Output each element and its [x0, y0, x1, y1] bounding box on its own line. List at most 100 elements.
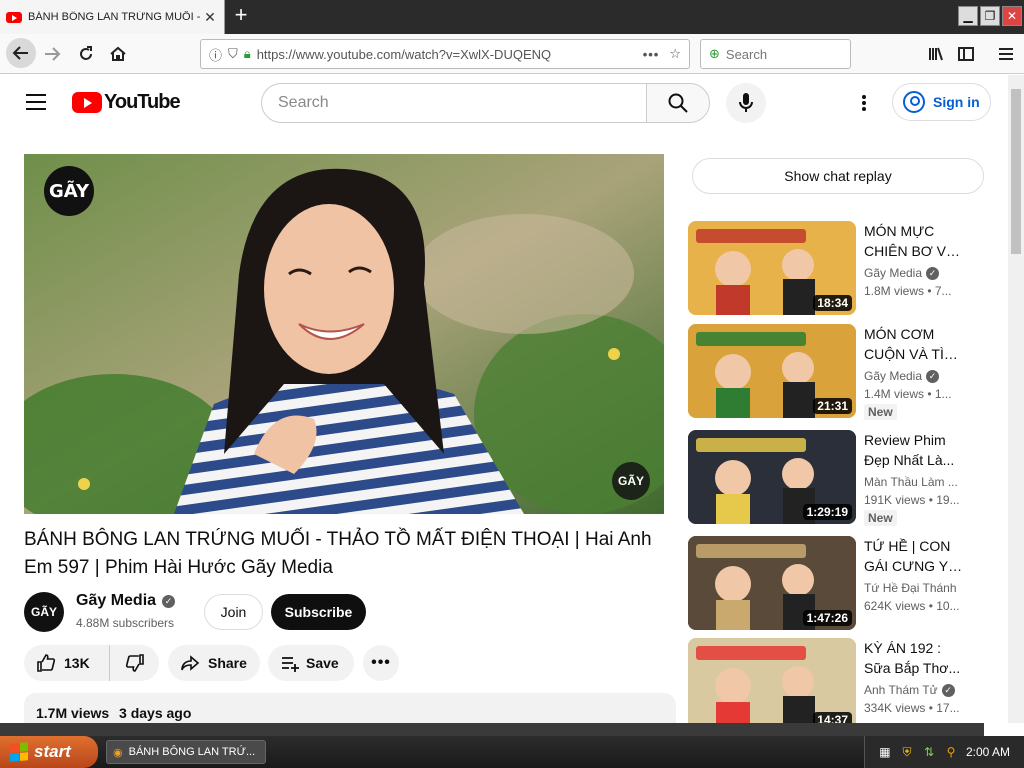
recommendation-channel[interactable]: Gãy Media ✓ [864, 369, 940, 383]
reload-button[interactable] [74, 42, 98, 66]
recommendation-channel-name: Anh Thám Tử [864, 683, 938, 697]
youtube-search-input[interactable]: Search [261, 83, 647, 123]
firefox-task-icon: ◉ [113, 746, 123, 759]
start-button[interactable]: start [0, 736, 98, 768]
recommendation-channel-name: Màn Thầu Làm ... [864, 475, 958, 489]
keyboard-icon[interactable]: ▦ [878, 745, 892, 759]
forward-button[interactable] [40, 42, 64, 66]
guide-menu-icon[interactable] [26, 94, 46, 110]
more-actions-button[interactable]: ••• [363, 645, 399, 681]
address-bar[interactable]: ⓘ ⛉ 🔒︎ https://www.youtube.com/watch?v=X… [200, 39, 690, 69]
recommendation-thumbnail[interactable]: 21:31 [688, 324, 856, 418]
youtube-wordmark: YouTube [104, 91, 181, 113]
recommendation-thumbnail[interactable]: 1:29:19 [688, 430, 856, 524]
youtube-masthead: YouTube Search Sign in [0, 75, 1008, 131]
taskbar-window-button[interactable]: ◉ BÁNH BÔNG LAN TRỨ... [106, 740, 266, 764]
window-close-button[interactable]: ✕ [1002, 6, 1022, 26]
like-button[interactable]: 13K [24, 645, 110, 681]
share-label: Share [208, 655, 247, 671]
sidebar-toggle-icon[interactable] [954, 42, 978, 66]
network-icon[interactable]: ⇅ [922, 745, 936, 759]
recommendation-title[interactable]: MÓN CƠM CUỘN VÀ TÌN... [864, 324, 964, 364]
horizontal-scrollbar[interactable] [0, 723, 984, 736]
recommendation-item[interactable]: 14:37 KỲ ÁN 192 : Sữa Bắp Thơ... Anh Thám T… [688, 638, 988, 723]
channel-name[interactable]: Gãy Media [76, 592, 156, 610]
sign-in-label: Sign in [933, 94, 980, 110]
browser-tab-active[interactable]: BÁNH BÔNG LAN TRỨNG MUỐI - T ✕ [0, 0, 225, 34]
recommendation-title-line: Đẹp Nhất Là... [864, 452, 955, 468]
recommendation-item[interactable]: 1:29:19 Review Phim Đẹp Nhất Là... Màn Thầu… [688, 430, 988, 526]
menu-icon[interactable] [994, 42, 1018, 66]
recommendation-item[interactable]: 1:47:26 TỨ HỀ | CON GÁI CƯNG YÊ... Tứ Hề Đạ… [688, 536, 988, 630]
channel-avatar[interactable]: GÃY [24, 592, 64, 632]
recommendation-channel[interactable]: Tứ Hề Đại Thánh [864, 581, 957, 595]
url-text[interactable]: https://www.youtube.com/watch?v=XwlX-DUQ… [257, 47, 643, 62]
verified-check-icon: ✓ [926, 369, 940, 383]
video-duration: 14:37 [813, 712, 852, 723]
vertical-scrollbar[interactable] [1008, 75, 1024, 723]
security-shield-icon[interactable]: ⛨ [900, 745, 914, 759]
more-horizontal-icon: ••• [371, 654, 391, 671]
share-button[interactable]: Share [168, 645, 260, 681]
video-owner-row: GÃY Gãy Media ✓ 4.88M subscribers Join S… [24, 590, 664, 634]
windows-taskbar: start ◉ BÁNH BÔNG LAN TRỨ... ▦ ⛨ ⇅ ⚲ 2:0… [0, 736, 1024, 768]
sign-in-button[interactable]: Sign in [892, 83, 991, 121]
recommendation-title[interactable]: Review Phim Đẹp Nhất Là... [864, 430, 964, 470]
save-button[interactable]: Save [268, 645, 354, 681]
tracking-protection-icon[interactable]: ⛉ [228, 46, 238, 62]
recommendation-item[interactable]: 18:34 MÓN MỰC CHIÊN BƠ VÀ... Gãy Media ✓ 1.8M… [688, 221, 988, 315]
recommendation-meta: 624K views • 10... [864, 599, 960, 613]
recommendation-channel[interactable]: Màn Thầu Làm ... [864, 475, 958, 489]
recommendation-title-line: MÓN MỰC [864, 223, 935, 239]
browser-search-field[interactable]: ⊕ Search [700, 39, 851, 69]
subscribe-button[interactable]: Subscribe [271, 594, 366, 630]
video-watermark-logo: GÃY [612, 462, 650, 500]
dislike-button[interactable] [110, 653, 159, 673]
back-arrow-icon [12, 46, 28, 60]
recommendation-channel-name: Gãy Media [864, 266, 923, 280]
video-player[interactable]: GÃY GÃY [24, 154, 664, 514]
account-icon [903, 91, 925, 113]
show-chat-replay-button[interactable]: Show chat replay [692, 158, 984, 194]
recommendation-channel[interactable]: Gãy Media ✓ [864, 266, 940, 280]
video-frame-image [24, 154, 664, 514]
description-box[interactable]: 1.7M views 3 days ago [24, 693, 676, 723]
new-tab-button[interactable]: + [230, 4, 252, 28]
browser-navbar: ⓘ ⛉ 🔒︎ https://www.youtube.com/watch?v=X… [0, 34, 1024, 74]
view-count: 1.7M views [36, 705, 110, 721]
video-duration: 18:34 [813, 295, 852, 311]
maximize-button[interactable]: ❐ [980, 6, 1000, 26]
recommendation-channel[interactable]: Anh Thám Tử ✓ [864, 683, 955, 697]
recommendation-title-line: Review Phim [864, 432, 946, 448]
channel-name-row[interactable]: Gãy Media ✓ [76, 592, 176, 610]
page-actions-icon[interactable]: ••• [643, 47, 660, 62]
bookmark-star-icon[interactable]: ☆ [669, 46, 681, 62]
recommendation-title[interactable]: KỲ ÁN 192 : Sữa Bắp Thơ... [864, 638, 964, 678]
join-button[interactable]: Join [204, 594, 263, 630]
youtube-logo[interactable]: YouTube [72, 91, 181, 114]
tab-close-icon[interactable]: ✕ [202, 9, 218, 26]
video-duration: 1:47:26 [802, 610, 852, 626]
upload-date: 3 days ago [119, 705, 192, 721]
minimize-button[interactable]: ▁ [958, 6, 978, 26]
recommendation-title[interactable]: TỨ HỀ | CON GÁI CƯNG YÊ... [864, 536, 964, 576]
playlist-add-icon [282, 657, 299, 672]
recommendation-meta: 191K views • 19... [864, 493, 960, 507]
voice-search-button[interactable] [726, 83, 766, 123]
recommendation-thumbnail[interactable]: 1:47:26 [688, 536, 856, 630]
search-tray-icon[interactable]: ⚲ [944, 745, 958, 759]
recommendation-title-line: TỨ HỀ | CON [864, 538, 951, 554]
library-icon[interactable] [924, 42, 948, 66]
back-button[interactable] [6, 38, 36, 68]
recommendation-item[interactable]: 21:31 MÓN CƠM CUỘN VÀ TÌN... Gãy Media ✓ 1.4M… [688, 324, 988, 420]
youtube-page: YouTube Search Sign in GÃY GÃY BÁNH BÔNG… [0, 75, 1008, 723]
youtube-search-button[interactable] [646, 83, 710, 123]
recommendation-title[interactable]: MÓN MỰC CHIÊN BƠ VÀ... [864, 221, 964, 261]
scrollbar-thumb[interactable] [1011, 89, 1021, 254]
recommendation-thumbnail[interactable]: 14:37 [688, 638, 856, 723]
home-icon [110, 46, 126, 61]
settings-more-icon[interactable] [854, 91, 874, 115]
info-icon[interactable]: ⓘ [209, 45, 222, 64]
recommendation-thumbnail[interactable]: 18:34 [688, 221, 856, 315]
home-button[interactable] [106, 42, 130, 66]
